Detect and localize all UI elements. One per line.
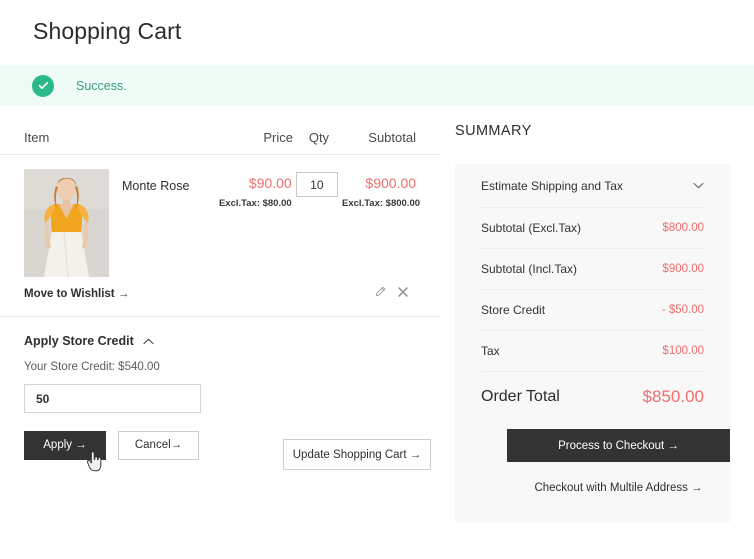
summary-panel: Estimate Shipping and Tax Subtotal (Excl…	[455, 164, 730, 522]
summary-label: Tax	[481, 344, 500, 358]
order-summary-section: SUMMARY Estimate Shipping and Tax Subtot…	[455, 106, 730, 522]
cancel-button[interactable]: Cancel→	[118, 431, 199, 460]
summary-label: Subtotal (Excl.Tax)	[481, 221, 582, 235]
summary-label: Subtotal (Incl.Tax)	[481, 262, 578, 276]
summary-value: $900.00	[662, 263, 704, 275]
estimate-shipping-and-tax-row[interactable]: Estimate Shipping and Tax	[481, 164, 704, 208]
product-subtotal: $900.00	[365, 175, 417, 191]
product-price-cell: $90.00 Excl.Tax: $80.00	[219, 169, 292, 209]
product-name-cell: Monte Rose	[109, 169, 219, 195]
quantity-input[interactable]	[295, 172, 338, 197]
order-total-label: Order Total	[481, 387, 560, 405]
product-price-excl-tax: Excl.Tax: $80.00	[218, 198, 292, 209]
product-subtotal-cell: $900.00 Excl.Tax: $800.00	[342, 169, 421, 209]
order-total-row: Order Total $850.00	[481, 372, 704, 421]
summary-label: Store Credit	[481, 303, 546, 317]
close-x-icon[interactable]	[398, 286, 408, 297]
column-header-qty: Qty	[308, 130, 330, 145]
page-title: Shopping Cart	[33, 18, 182, 44]
caret-up-icon	[143, 338, 154, 345]
cart-table-header: Item Price Qty Subtotal	[0, 130, 440, 155]
summary-row-subtotal-excl-tax: Subtotal (Excl.Tax) $800.00	[481, 208, 704, 249]
apply-button[interactable]: Apply →	[24, 431, 106, 460]
column-header-subtotal: Subtotal	[368, 130, 416, 145]
product-subtotal-excl-tax: Excl.Tax: $800.00	[342, 198, 421, 209]
column-header-price: Price	[263, 130, 294, 145]
estimate-shipping-label: Estimate Shipping and Tax	[481, 178, 623, 193]
move-to-wishlist-link[interactable]: Move to Wishlist →	[24, 288, 129, 300]
pencil-icon[interactable]	[375, 286, 386, 297]
summary-row-subtotal-incl-tax: Subtotal (Incl.Tax) $900.00	[481, 249, 704, 290]
column-header-item: Item	[24, 130, 50, 145]
table-row: Monte Rose $90.00 Excl.Tax: $80.00 $900.…	[0, 155, 440, 277]
product-qty-cell	[292, 169, 342, 197]
process-to-checkout-button[interactable]: Process to Checkout →	[507, 429, 730, 462]
success-notification-banner: Success.	[0, 65, 754, 106]
summary-row-tax: Tax $100.00	[481, 331, 704, 372]
product-thumbnail[interactable]	[24, 169, 109, 277]
check-circle-icon	[32, 74, 54, 97]
summary-value: $800.00	[662, 222, 704, 234]
store-credit-amount-input[interactable]	[24, 384, 201, 413]
cart-section: Item Price Qty Subtotal Monte Rose $90.0…	[0, 106, 440, 470]
success-message: Success.	[76, 78, 127, 93]
product-name-link[interactable]: Monte Rose	[122, 179, 189, 193]
summary-heading: SUMMARY	[455, 123, 532, 139]
wishlist-row: Move to Wishlist →	[0, 284, 440, 317]
summary-value: - $50.00	[661, 304, 704, 316]
update-shopping-cart-button[interactable]: Update Shopping Cart →	[283, 439, 431, 470]
checkout-with-multiple-address-link[interactable]: Checkout with Multile Address →	[507, 482, 730, 494]
summary-value: $100.00	[662, 345, 704, 357]
store-credit-balance: Your Store Credit: $540.00	[24, 361, 160, 373]
summary-row-store-credit: Store Credit - $50.00	[481, 290, 704, 331]
row-action-icons	[375, 286, 408, 297]
product-price: $90.00	[248, 175, 292, 191]
order-total-value: $850.00	[642, 386, 704, 406]
checkout-actions: Process to Checkout → Checkout with Mult…	[481, 421, 730, 522]
apply-store-credit-toggle[interactable]: Apply Store Credit	[24, 334, 154, 348]
chevron-down-icon	[693, 182, 704, 189]
apply-store-credit-heading: Apply Store Credit	[24, 334, 134, 348]
